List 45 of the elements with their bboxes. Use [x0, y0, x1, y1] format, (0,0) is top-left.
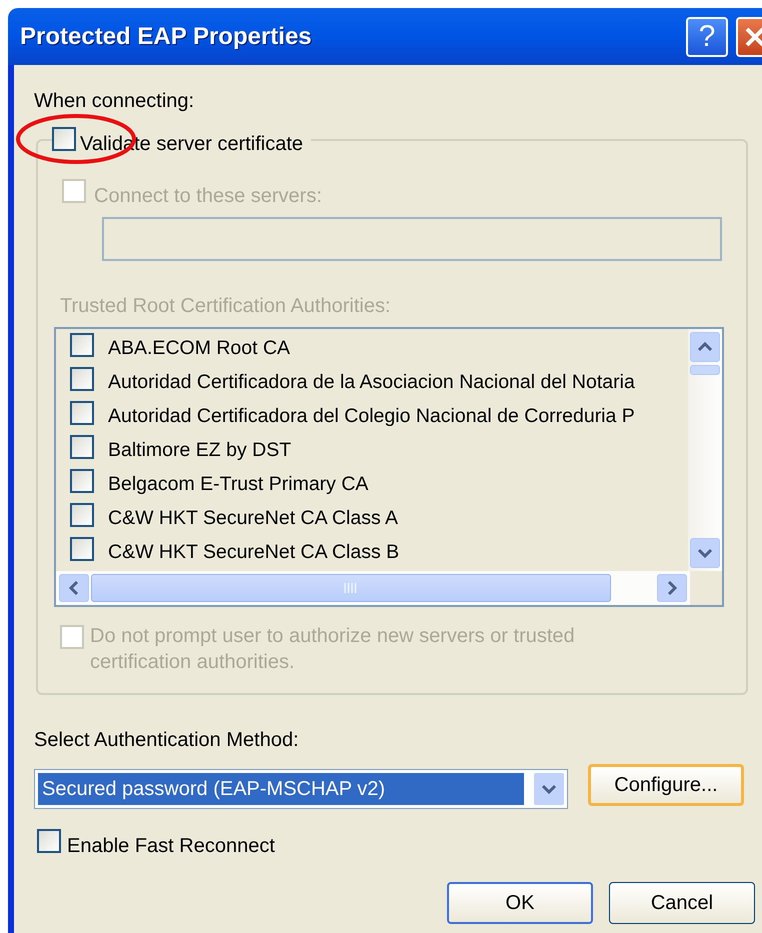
chevron-down-icon: [542, 784, 556, 794]
close-button[interactable]: [736, 16, 762, 56]
certificate-name[interactable]: ABA.ECOM Root CA: [108, 334, 290, 364]
checkbox[interactable]: [70, 332, 94, 356]
certificate-name[interactable]: Autoridad Certificadora del Colegio Nacional de Correduria P: [108, 402, 635, 432]
method-dropdown[interactable]: Secured password (EAP-MSCHAP v2): [34, 769, 568, 809]
scroll-up-button[interactable]: [690, 332, 720, 362]
checkbox[interactable]: [70, 502, 94, 526]
chevron-left-icon: [69, 581, 79, 595]
certificate-name[interactable]: C&W HKT SecureNet CA Class A: [108, 504, 398, 534]
chevron-up-icon: [698, 342, 712, 352]
scroll-right-button[interactable]: [657, 574, 687, 602]
close-icon: [744, 26, 762, 48]
checkbox[interactable]: [70, 536, 94, 560]
dropdown-button[interactable]: [534, 773, 564, 805]
horizontal-scrollbar[interactable]: [56, 571, 690, 605]
scroll-thumb[interactable]: [690, 365, 720, 375]
checkbox[interactable]: [70, 468, 94, 492]
checkbox[interactable]: [37, 829, 61, 853]
window-title: Protected EAP Properties: [20, 22, 313, 52]
configure-button[interactable]: Configure...: [588, 764, 744, 806]
vertical-scrollbar[interactable]: [688, 329, 722, 571]
certificate-name[interactable]: Autoridad Certificadora de la Asociacion Nacional del Notaria: [108, 368, 635, 398]
scroll-down-button[interactable]: [690, 538, 720, 568]
scroll-thumb[interactable]: [91, 574, 611, 602]
checkbox[interactable]: [52, 127, 76, 151]
dialog-button[interactable]: OK: [447, 882, 593, 924]
field-label: Select Authentication Method:: [34, 728, 300, 753]
server-input-field[interactable]: [102, 217, 722, 261]
checkbox[interactable]: [70, 434, 94, 458]
chevron-right-icon: [667, 581, 677, 595]
checkbox-label[interactable]: Enable Fast Reconnect: [67, 830, 275, 860]
section-label: Trusted Root Certification Authorities:: [60, 294, 392, 319]
scroll-left-button[interactable]: [59, 574, 89, 602]
section-label: When connecting:: [34, 89, 196, 113]
checkbox[interactable]: [70, 366, 94, 390]
dropdown-value: Secured password (EAP-MSCHAP v2): [38, 773, 524, 805]
certificate-name[interactable]: Baltimore EZ by DST: [108, 436, 292, 466]
help-button[interactable]: ?: [686, 16, 728, 56]
certificate-name[interactable]: Belgacom E-Trust Primary CA: [108, 470, 368, 500]
checkbox[interactable]: [70, 400, 94, 424]
certificate-name[interactable]: C&W HKT SecureNet CA Class B: [108, 538, 400, 568]
chevron-down-icon: [698, 548, 712, 558]
dialog-button[interactable]: Cancel: [609, 882, 755, 924]
grip-icon: [344, 582, 358, 594]
